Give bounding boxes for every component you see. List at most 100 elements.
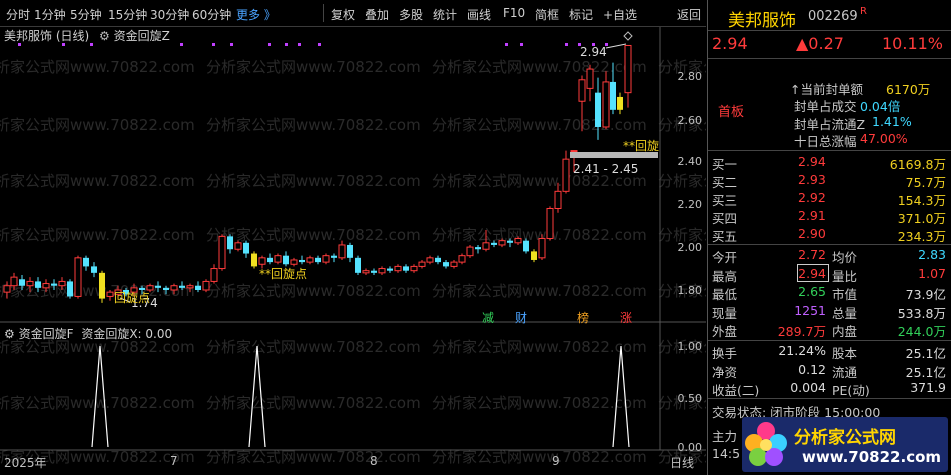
sub-tick-label: 0.00 xyxy=(678,441,703,454)
bid-row[interactable]: 买三 2.92 154.3万 xyxy=(708,190,951,209)
candle-body xyxy=(74,257,82,297)
margin-flag: R xyxy=(860,6,867,17)
stats-label: 内盘 xyxy=(832,324,858,339)
time-axis-label-sep: 9 xyxy=(552,454,560,468)
stats-value: 1.07 xyxy=(918,265,946,281)
fund-label: PE(动) xyxy=(832,383,870,398)
candle-body xyxy=(362,270,370,274)
watermark-text: 分析家公式网www.70822.com xyxy=(432,58,647,76)
candle-body xyxy=(578,79,586,102)
stats-value: 2.72 xyxy=(798,247,826,262)
fund-value: 21.24% xyxy=(778,343,826,358)
stats-row: 今开 2.72 均价 2.83 xyxy=(708,247,951,266)
stats-row: 最高 2.94 量比 1.07 xyxy=(708,266,951,285)
stats-label: 均价 xyxy=(832,250,858,265)
candle-body xyxy=(355,257,361,273)
site-logo: 分析家公式网 www.70822.com xyxy=(742,417,948,472)
stats-label: 现量 xyxy=(712,305,738,321)
candle-body xyxy=(186,285,194,289)
fund-label: 换手 xyxy=(712,346,738,361)
candle-body xyxy=(195,285,201,290)
candle-body xyxy=(482,242,490,250)
signal-dot xyxy=(212,43,215,46)
candle-body xyxy=(155,285,161,288)
bid-price: 2.92 xyxy=(798,190,826,205)
kline-chart[interactable]: 分析家公式网www.70822.com 分析家公式网www.70822.com 分析… xyxy=(0,0,706,475)
candle-body xyxy=(546,207,554,240)
signal-dot xyxy=(180,43,183,46)
event-tag-rank[interactable]: 榜 xyxy=(577,309,589,326)
watermark-text: 分析家公式网www.70822.com xyxy=(0,226,195,244)
signal-dot xyxy=(90,43,93,46)
seal-float-value: 1.41% xyxy=(872,114,912,129)
stats-row: 现量 1251 总量 533.8万 xyxy=(708,303,951,322)
candle-body xyxy=(26,280,34,287)
watermark-text: 分析家公式网www.70822.com xyxy=(432,394,647,412)
logo-text: 分析家公式网 xyxy=(794,428,896,448)
event-tag-reduce[interactable]: 减 xyxy=(482,309,494,326)
watermark-text: 分析家公式网www.70822.com xyxy=(0,58,195,76)
stats-value: 2.65 xyxy=(798,284,826,299)
price-tick-label: 2.60 xyxy=(678,114,703,127)
candle-body xyxy=(602,81,610,128)
watermark-text: 分析家公式网www.70822.com xyxy=(206,338,421,356)
candle-body xyxy=(170,285,178,291)
watermark-text: 分析家公式网www.70822.com xyxy=(432,338,647,356)
sub-indicator-name[interactable]: 资金回旋F xyxy=(19,327,74,341)
stats-label: 总量 xyxy=(832,305,858,321)
ten-day-value: 47.00% xyxy=(860,131,908,146)
seal-ratio-row: 首板 封单占成交 0.04倍 xyxy=(708,96,951,120)
candle-body xyxy=(234,242,242,250)
candle-body xyxy=(251,253,257,267)
signal-dot xyxy=(565,43,568,46)
candle-body xyxy=(290,259,298,265)
sub-tick-label: 1.00 xyxy=(678,340,703,353)
bid-price: 2.94 xyxy=(798,154,826,169)
price-change-pct: 10.11% xyxy=(882,34,944,53)
fundamental-row: 净资 0.12 流通 25.1亿 xyxy=(708,362,951,381)
watermark-text: 分析家公式网www.70822.com xyxy=(206,172,421,190)
candle-body xyxy=(507,240,513,243)
sub-settings-gear-icon[interactable]: ⚙ xyxy=(4,327,15,341)
price-tick-label: 2.40 xyxy=(678,155,703,168)
bid-row[interactable]: 买四 2.91 371.0万 xyxy=(708,208,951,227)
candle-body xyxy=(435,257,441,263)
candle-body xyxy=(531,251,537,260)
stats-label: 量比 xyxy=(832,268,858,284)
candle-body xyxy=(258,257,266,265)
event-tag-finance[interactable]: 财 xyxy=(515,309,527,326)
event-tag-limit-up[interactable]: 涨 xyxy=(620,309,632,326)
candle-body xyxy=(562,158,570,192)
candle-body xyxy=(99,272,105,299)
signal-dot xyxy=(230,43,233,46)
bid-row[interactable]: 买五 2.90 234.3万 xyxy=(708,226,951,245)
bid-volume: 154.3万 xyxy=(897,193,946,208)
candle-body xyxy=(283,255,289,265)
huixuan-point-label-2: **回旋点 xyxy=(259,267,308,281)
zone-range-label: 2.41 - 2.45 xyxy=(573,162,639,176)
candle-body xyxy=(523,240,529,252)
fund-value: 25.1亿 xyxy=(905,364,946,380)
bid-row[interactable]: 买一 2.94 6169.8万 xyxy=(708,154,951,173)
sub-indicator-value: 资金回旋X: 0.00 xyxy=(81,327,173,341)
seal-ratio-label: 封单占成交 xyxy=(794,99,857,114)
candle-body xyxy=(51,283,57,286)
watermark-text: 分析家公式网www.70822.com xyxy=(432,282,647,300)
candle-body xyxy=(322,255,330,263)
bid-label: 买三 xyxy=(712,193,738,208)
candle-body xyxy=(19,279,25,286)
candle-body xyxy=(624,44,632,94)
candle-body xyxy=(179,285,185,288)
candle-body xyxy=(450,261,458,267)
stock-code: 002269 xyxy=(808,9,858,24)
candle-body xyxy=(299,259,305,263)
candle-body xyxy=(466,246,474,257)
high-price-highlight-box xyxy=(797,264,829,282)
bid-row[interactable]: 买二 2.93 75.7万 xyxy=(708,172,951,191)
watermark-text: 分析家公式网www.70822.com xyxy=(0,116,195,134)
time-axis-label-jul: 7 xyxy=(170,454,178,468)
period-mode-label[interactable]: 日线 xyxy=(670,454,694,471)
candle-body xyxy=(475,247,481,250)
huixuan-point-label-3: **回旋 xyxy=(623,139,660,153)
candle-body xyxy=(610,81,616,110)
